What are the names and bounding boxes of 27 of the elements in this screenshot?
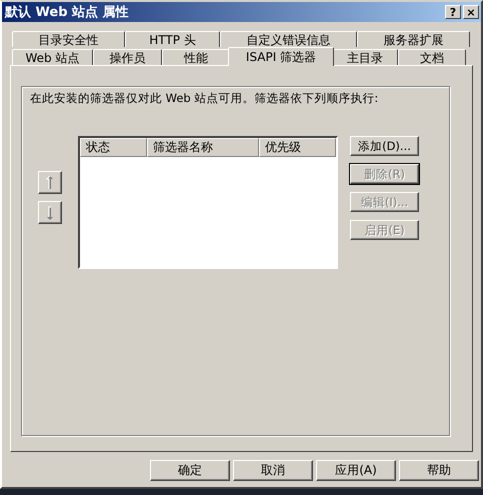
tab[interactable]: 自定义错误信息: [220, 31, 357, 47]
tab[interactable]: 服务器扩展: [357, 31, 470, 47]
down-arrow-icon: [46, 206, 54, 220]
tab[interactable]: Web 站点: [12, 49, 93, 65]
tab[interactable]: 操作员: [93, 49, 162, 65]
move-up-button[interactable]: [38, 171, 62, 194]
tab[interactable]: 文档: [398, 49, 466, 65]
action-button[interactable]: 添加(D)...: [350, 136, 419, 156]
column-header[interactable]: 筛选器名称: [146, 138, 260, 157]
tab[interactable]: 性能: [162, 49, 230, 65]
tab[interactable]: HTTP 头: [125, 31, 220, 47]
column-header[interactable]: 状态: [80, 138, 147, 157]
move-down-button[interactable]: [38, 201, 62, 224]
dialog-button[interactable]: 帮助: [399, 460, 479, 481]
window-title: 默认 Web 站点 属性: [5, 4, 129, 21]
dialog-button[interactable]: 取消: [233, 460, 313, 481]
tab[interactable]: 主目录: [332, 49, 398, 65]
description-text: 在此安装的筛选器仅对此 Web 站点可用。筛选器依下列顺序执行:: [30, 91, 380, 106]
up-arrow-icon: [46, 176, 54, 190]
help-button[interactable]: ?: [445, 5, 461, 19]
tab[interactable]: 目录安全性: [12, 31, 125, 47]
dialog-button[interactable]: 应用(A): [316, 460, 396, 481]
column-header[interactable]: 优先级: [259, 138, 336, 157]
tab[interactable]: ISAPI 筛选器: [228, 47, 334, 66]
dialog-button[interactable]: 确定: [150, 460, 230, 481]
filter-list[interactable]: 状态 筛选器名称 优先级: [78, 136, 338, 269]
close-button[interactable]: ×: [463, 5, 479, 19]
